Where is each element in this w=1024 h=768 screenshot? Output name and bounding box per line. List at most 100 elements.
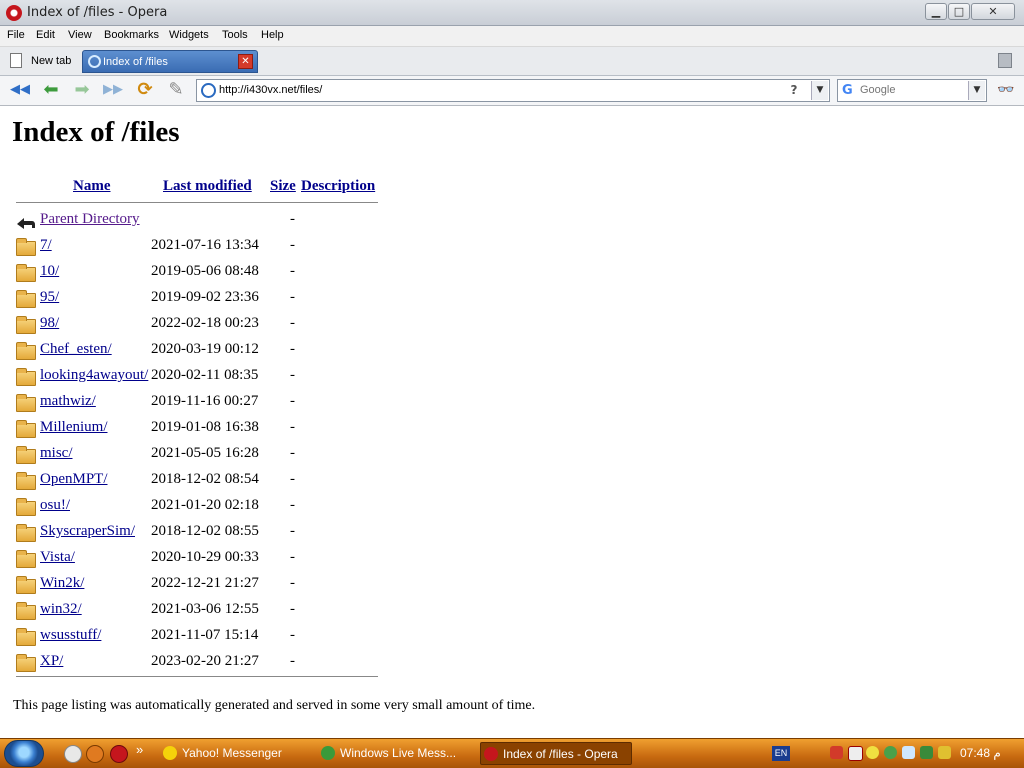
tab-new[interactable]: New tab — [6, 50, 78, 73]
rewind-button[interactable]: ◀◀ — [8, 79, 32, 101]
show-desktop-icon[interactable] — [64, 745, 82, 763]
tray-pencil-icon[interactable] — [938, 746, 951, 759]
address-input[interactable] — [219, 82, 779, 98]
folder-link[interactable]: SkyscraperSim/ — [40, 523, 135, 540]
table-row: Vista/2020-10-29 00:33 - — [0, 549, 400, 575]
trash-icon[interactable] — [998, 53, 1012, 68]
back-button[interactable]: ⬅ — [39, 79, 63, 101]
last-modified: 2020-10-29 00:33 — [151, 549, 259, 565]
parent-size: - — [290, 211, 295, 227]
language-indicator[interactable]: EN — [772, 746, 790, 761]
start-button[interactable] — [4, 740, 44, 767]
folder-link[interactable]: 95/ — [40, 289, 59, 306]
edit-site-prefs-button[interactable]: ✎ — [164, 79, 188, 101]
tray-yahoo-icon[interactable] — [866, 746, 879, 759]
tray-pen-icon[interactable] — [830, 746, 843, 759]
folder-link[interactable]: win32/ — [40, 601, 82, 618]
fast-forward-button[interactable]: ▶▶ — [101, 79, 125, 101]
size: - — [290, 315, 295, 331]
last-modified: 2018-12-02 08:55 — [151, 523, 259, 539]
menu-view[interactable]: View — [68, 29, 92, 41]
search-dropdown-button[interactable]: ▼ — [968, 81, 985, 100]
new-page-icon — [10, 53, 22, 68]
last-modified: 2020-03-19 00:12 — [151, 341, 259, 357]
table-row: 10/2019-05-06 08:48 - — [0, 263, 400, 289]
folder-icon — [16, 420, 36, 438]
column-header-description[interactable]: Description — [301, 178, 375, 195]
folder-link[interactable]: misc/ — [40, 445, 73, 462]
opera-quicklaunch-icon[interactable] — [110, 745, 128, 763]
table-row: 7/2021-07-16 13:34 - — [0, 237, 400, 263]
taskbar-item-opera[interactable]: Index of /files - Opera — [480, 742, 632, 765]
page-content: Index of /files Name Last modified Size … — [0, 106, 1024, 738]
search-input[interactable] — [860, 82, 960, 98]
folder-link[interactable]: Win2k/ — [40, 575, 84, 592]
folder-link[interactable]: Chef_esten/ — [40, 341, 112, 358]
help-icon[interactable]: ? — [787, 83, 801, 98]
folder-link[interactable]: looking4awayout/ — [40, 367, 148, 384]
site-info-globe-icon[interactable] — [201, 83, 216, 98]
globe-icon — [88, 55, 101, 68]
zoom-glasses-icon[interactable]: 👓 — [993, 79, 1019, 101]
opera-icon — [484, 747, 498, 761]
menu-widgets[interactable]: Widgets — [169, 29, 209, 41]
tab-index-of-files[interactable]: Index of /files ✕ — [82, 50, 258, 73]
folder-link[interactable]: 7/ — [40, 237, 52, 254]
folder-link[interactable]: Millenium/ — [40, 419, 108, 436]
parent-directory-link[interactable]: Parent Directory — [40, 211, 140, 228]
opera-logo-icon — [6, 5, 22, 21]
address-dropdown-button[interactable]: ▼ — [811, 81, 828, 100]
minimize-button[interactable]: ▁ — [925, 3, 947, 20]
folder-link[interactable]: wsusstuff/ — [40, 627, 101, 644]
address-bar[interactable]: ? ▼ — [196, 79, 830, 102]
google-icon[interactable]: G — [842, 83, 853, 98]
yahoo-smiley-icon — [163, 746, 177, 760]
tray-network-icon[interactable] — [902, 746, 915, 759]
firefox-icon[interactable] — [86, 745, 104, 763]
navigation-bar: ◀◀ ⬅ ➡ ▶▶ ⟳ ✎ ? ▼ G ▼ 👓 — [0, 76, 1024, 106]
taskbar-item-yahoo-messenger[interactable]: Yahoo! Messenger — [160, 742, 310, 765]
folder-link[interactable]: mathwiz/ — [40, 393, 96, 410]
folder-link[interactable]: osu!/ — [40, 497, 70, 514]
folder-icon — [16, 264, 36, 282]
folder-link[interactable]: XP/ — [40, 653, 63, 670]
table-row: 95/2019-09-02 23:36 - — [0, 289, 400, 315]
tray-messenger-icon[interactable] — [884, 746, 897, 759]
folder-icon — [16, 524, 36, 542]
size: - — [290, 445, 295, 461]
close-window-button[interactable]: ✕ — [971, 3, 1015, 20]
size: - — [290, 601, 295, 617]
column-header-last-modified[interactable]: Last modified — [163, 178, 252, 195]
maximize-button[interactable]: □ — [948, 3, 970, 20]
menu-bookmarks[interactable]: Bookmarks — [104, 29, 159, 41]
menu-edit[interactable]: Edit — [36, 29, 55, 41]
folder-link[interactable]: 98/ — [40, 315, 59, 332]
folder-icon — [16, 602, 36, 620]
taskbar-item-windows-live-messenger[interactable]: Windows Live Mess... — [318, 742, 473, 765]
table-row: Win2k/2022-12-21 21:27 - — [0, 575, 400, 601]
tray-security-icon[interactable] — [848, 746, 863, 761]
last-modified: 2019-05-06 08:48 — [151, 263, 259, 279]
menu-help[interactable]: Help — [261, 29, 284, 41]
close-tab-button[interactable]: ✕ — [238, 54, 253, 69]
tray-app-icon[interactable] — [920, 746, 933, 759]
table-row: win32/2021-03-06 12:55 - — [0, 601, 400, 627]
column-header-name[interactable]: Name — [73, 178, 111, 195]
last-modified: 2018-12-02 08:54 — [151, 471, 259, 487]
folder-link[interactable]: 10/ — [40, 263, 59, 280]
folder-icon — [16, 628, 36, 646]
menu-file[interactable]: File — [7, 29, 25, 41]
folder-link[interactable]: OpenMPT/ — [40, 471, 108, 488]
search-box[interactable]: G ▼ — [837, 79, 987, 102]
column-header-size[interactable]: Size — [270, 178, 296, 195]
forward-button[interactable]: ➡ — [70, 79, 94, 101]
last-modified: 2022-02-18 00:23 — [151, 315, 259, 331]
folder-link[interactable]: Vista/ — [40, 549, 75, 566]
menu-tools[interactable]: Tools — [222, 29, 248, 41]
quicklaunch-more-button[interactable]: » — [136, 742, 143, 757]
table-row: mathwiz/2019-11-16 00:27 - — [0, 393, 400, 419]
clock[interactable]: 07:48 م — [960, 746, 1001, 760]
table-row: 98/2022-02-18 00:23 - — [0, 315, 400, 341]
reload-button[interactable]: ⟳ — [133, 79, 157, 101]
size: - — [290, 263, 295, 279]
